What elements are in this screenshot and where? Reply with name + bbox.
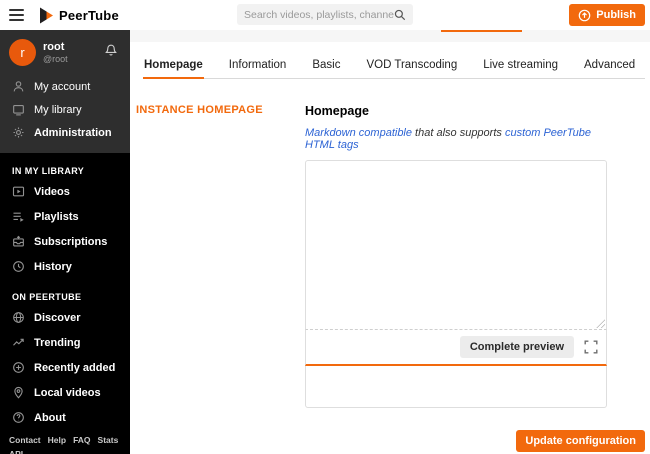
user-icon [12,80,25,93]
section-title-in-my-library: IN MY LIBRARY [12,166,85,176]
main-area: Overview Federation Moderation Configura… [130,0,650,452]
footer-link-faq[interactable]: FAQ [73,435,90,445]
brand-name: PeerTube [59,7,119,23]
upload-cloud-icon [578,9,591,21]
sidebar-item-discover[interactable]: Discover [0,305,130,330]
footer-link-stats[interactable]: Stats [98,435,119,445]
markdown-compatible-link[interactable]: Markdown compatible [305,127,412,139]
sidebar-item-my-library[interactable]: My library [0,98,130,121]
videos-icon [12,185,25,198]
sidebar-item-history[interactable]: History [0,254,130,279]
footer-link-contact[interactable]: Contact [9,435,41,445]
avatar[interactable]: r [9,39,36,66]
sidebar-item-playlists[interactable]: Playlists [0,204,130,229]
top-bar: PeerTube Publish [0,0,650,30]
sidebar-item-subscriptions[interactable]: Subscriptions [0,229,130,254]
section-label: INSTANCE HOMEPAGE [136,104,263,116]
library-icon [12,103,25,116]
peertube-logo[interactable]: PeerTube [38,7,119,24]
sidebar-item-my-account[interactable]: My account [0,75,130,98]
footer-link-api[interactable]: API [9,449,23,454]
config-tabs: Homepage Information Basic VOD Transcodi… [143,55,645,79]
user-row: r root @root [0,35,130,75]
menu-icon[interactable] [9,9,24,21]
search-icon[interactable] [394,9,406,21]
sidebar-item-trending[interactable]: Trending [0,330,130,355]
tab-homepage[interactable]: Homepage [143,55,204,79]
preview-area [305,366,607,408]
help-circle-icon [12,411,25,424]
content-grid: INSTANCE HOMEPAGE Homepage Markdown comp… [130,104,650,408]
markdown-editor: Complete preview [305,160,607,408]
notifications-button[interactable] [104,43,118,63]
playlists-icon [12,210,25,223]
textarea-wrapper [305,160,607,330]
form-column: Homepage Markdown compatible that also s… [305,104,607,408]
homepage-textarea[interactable] [305,160,607,330]
sidebar: r root @root My account My library Admin… [0,30,130,454]
bell-icon [105,44,117,56]
user-name: root [43,40,65,53]
sidebar-footer-links: Contact Help FAQ Stats API [0,430,130,454]
user-handle: @root [43,54,68,65]
label-column: INSTANCE HOMEPAGE [130,104,305,408]
gear-icon [12,126,25,139]
sidebar-item-recently-added[interactable]: Recently added [0,355,130,380]
history-icon [12,260,25,273]
search-input[interactable] [244,8,394,21]
plus-circle-icon [12,361,25,374]
field-label: Homepage [305,104,369,118]
update-configuration-button[interactable]: Update configuration [516,430,645,452]
editor-toolbar: Complete preview [305,330,607,366]
user-names[interactable]: root @root [43,41,104,64]
sidebar-item-about[interactable]: About [0,405,130,430]
tab-live-streaming[interactable]: Live streaming [482,55,559,78]
submit-row: Update configuration [130,430,645,452]
footer-link-help[interactable]: Help [48,435,66,445]
maximize-icon [584,340,598,354]
tab-basic[interactable]: Basic [311,55,341,78]
globe-icon [12,311,25,324]
section-title-on-peertube: ON PEERTUBE [12,292,82,302]
peertube-logo-icon [40,7,53,23]
sidebar-item-videos[interactable]: Videos [0,179,130,204]
complete-preview-button[interactable]: Complete preview [459,336,574,358]
tab-vod-transcoding[interactable]: VOD Transcoding [365,55,458,78]
map-pin-icon [12,386,25,399]
search-box[interactable] [237,4,413,25]
tab-advanced[interactable]: Advanced [583,55,636,78]
publish-button[interactable]: Publish [569,4,645,26]
markdown-help: Markdown compatible that also supports c… [305,127,591,151]
trending-icon [12,336,25,349]
sidebar-user-section: r root @root My account My library Admin… [0,30,130,153]
maximize-button[interactable] [584,340,598,354]
subscriptions-icon [12,235,25,248]
sidebar-item-local-videos[interactable]: Local videos [0,380,130,405]
tab-information[interactable]: Information [228,55,288,78]
sidebar-item-administration[interactable]: Administration [0,121,130,144]
